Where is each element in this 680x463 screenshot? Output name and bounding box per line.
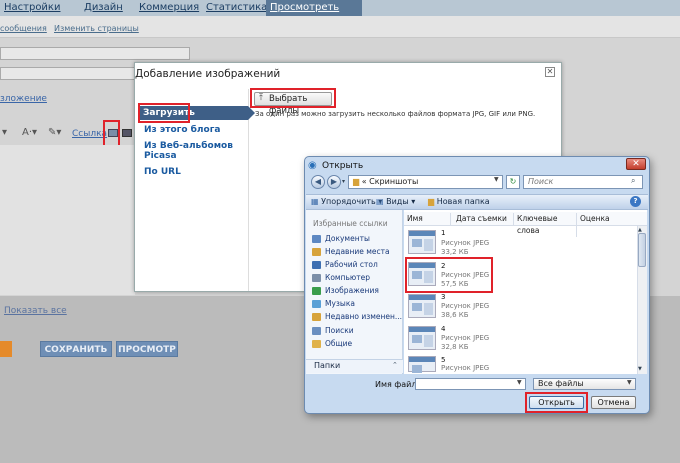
publish-button[interactable]: [0, 341, 12, 357]
sidebar-item-this-blog[interactable]: Из этого блога: [144, 125, 220, 135]
fav-recent-places[interactable]: Недавние места: [312, 247, 390, 256]
sidebar-item-picasa[interactable]: Из Веб-альбомов Picasa: [144, 141, 234, 161]
search-input[interactable]: Поиск: [523, 175, 643, 189]
link-button[interactable]: Ссылка: [72, 129, 107, 139]
tab-settings[interactable]: Настройки: [0, 0, 64, 16]
recently-changed-icon: [312, 313, 321, 321]
public-icon: [312, 340, 321, 348]
searches-icon: [312, 327, 321, 335]
chevron-up-icon[interactable]: ⌃: [392, 361, 398, 369]
pictures-icon: [312, 287, 321, 295]
organize-icon: ▦: [311, 197, 319, 206]
file-type: Рисунок JPEG: [441, 334, 490, 342]
sub-link-posts[interactable]: сообщения: [0, 24, 47, 33]
highlight-file-2: [405, 257, 493, 293]
file-thumbnail[interactable]: [408, 326, 436, 350]
sidebar-item-url[interactable]: По URL: [144, 167, 181, 177]
font-color-icon[interactable]: A·▾: [22, 127, 37, 138]
organize-button[interactable]: ▦ Упорядочить ▾: [311, 196, 382, 208]
file-size: 38,6 КБ: [441, 311, 469, 319]
highlight-open-button: [525, 392, 588, 413]
documents-icon: [312, 235, 321, 243]
fav-recently-changed[interactable]: Недавно изменен...: [312, 312, 402, 321]
fav-desktop[interactable]: Рабочий стол: [312, 260, 378, 269]
forward-icon[interactable]: ▶: [327, 175, 341, 189]
address-bar[interactable]: ▆ « Скриншоты: [348, 175, 503, 189]
tab-stats[interactable]: Статистика: [202, 0, 271, 16]
col-name[interactable]: Имя: [407, 213, 451, 225]
col-date[interactable]: Дата съемки: [456, 213, 514, 225]
insert-video-icon[interactable]: [122, 129, 132, 137]
fav-pictures[interactable]: Изображения: [312, 286, 379, 295]
file-name[interactable]: 5: [441, 356, 445, 364]
file-name[interactable]: 4: [441, 325, 445, 333]
file-name[interactable]: 1: [441, 229, 445, 237]
fav-music[interactable]: Музыка: [312, 299, 355, 308]
file-thumbnail[interactable]: [408, 294, 436, 318]
file-thumbnail[interactable]: [408, 230, 436, 254]
folders-toggle[interactable]: Папки: [306, 359, 403, 373]
sub-link-edit-pages[interactable]: Изменить страницы: [54, 24, 139, 33]
show-all-link[interactable]: Показать все: [4, 306, 67, 316]
favorites-header: Избранные ссылки: [313, 219, 388, 228]
new-folder-button[interactable]: ▆ Новая папка: [428, 196, 490, 208]
active-arrow-icon: [248, 106, 255, 120]
help-icon[interactable]: ?: [630, 196, 641, 207]
desktop-icon: [312, 261, 321, 269]
dialog-title: Добавление изображений: [135, 68, 281, 80]
views-button[interactable]: ▤ Виды ▾: [376, 196, 415, 208]
file-thumbnail[interactable]: [408, 356, 436, 373]
scroll-down-icon[interactable]: ▼: [638, 366, 642, 372]
preview-button[interactable]: ПРОСМОТР: [116, 341, 178, 357]
col-rating[interactable]: Оценка: [580, 213, 624, 225]
file-size: 33,2 КБ: [441, 248, 469, 256]
address-path: « Скриншоты: [361, 177, 419, 186]
upload-hint: За один раз можно загрузить несколько фа…: [255, 110, 536, 118]
fav-documents[interactable]: Документы: [312, 234, 370, 243]
highlight-choose-files: [250, 88, 336, 108]
music-icon: [312, 300, 321, 308]
cancel-button[interactable]: Отмена: [591, 396, 636, 409]
open-dialog-title: Открыть: [322, 161, 364, 171]
fav-public[interactable]: Общие: [312, 339, 352, 348]
file-size: 32,8 КБ: [441, 343, 469, 351]
tab-design[interactable]: Дизайн: [80, 0, 127, 16]
col-keywords[interactable]: Ключевые слова: [517, 213, 577, 237]
format-icon[interactable]: ▾: [2, 127, 7, 138]
fav-searches[interactable]: Поиски: [312, 326, 354, 335]
filename-input[interactable]: [415, 378, 526, 390]
highlight-icon[interactable]: ✎▾: [48, 127, 61, 138]
computer-icon: [312, 274, 321, 282]
tab-commerce[interactable]: Коммерция: [135, 0, 203, 16]
folder-icon: ▆: [353, 177, 360, 186]
filename-dropdown-icon[interactable]: ▼: [517, 379, 522, 386]
recent-places-icon: [312, 248, 321, 256]
filetype-select[interactable]: Все файлы: [533, 378, 636, 390]
highlight-upload: [138, 103, 190, 123]
views-icon: ▤: [376, 197, 384, 206]
tab-view-blog[interactable]: Просмотреть блог: [266, 0, 362, 29]
app-icon: ◉: [308, 160, 317, 171]
file-type: Рисунок JPEG: [441, 302, 490, 310]
file-name[interactable]: 3: [441, 293, 445, 301]
search-icon[interactable]: ⌕: [631, 176, 635, 186]
edit-link[interactable]: зложение: [0, 94, 47, 104]
refresh-icon[interactable]: ↻: [506, 175, 520, 189]
scroll-thumb[interactable]: [638, 233, 646, 267]
file-type: Рисунок JPEG: [441, 239, 490, 247]
back-icon[interactable]: ◀: [311, 175, 325, 189]
editor-area[interactable]: [0, 145, 135, 295]
save-button[interactable]: СОХРАНИТЬ: [40, 341, 112, 357]
post-title-input[interactable]: [0, 47, 190, 60]
close-icon[interactable]: ✕: [545, 67, 555, 77]
window-close-icon[interactable]: ✕: [626, 158, 646, 170]
history-dropdown-icon[interactable]: ▾: [342, 178, 345, 185]
file-type: Рисунок JPEG: [441, 364, 490, 372]
filetype-dropdown-icon[interactable]: ▼: [627, 379, 632, 386]
address-dropdown-icon[interactable]: ▼: [494, 176, 499, 183]
new-folder-icon: ▆: [428, 197, 435, 206]
fav-computer[interactable]: Компьютер: [312, 273, 370, 282]
